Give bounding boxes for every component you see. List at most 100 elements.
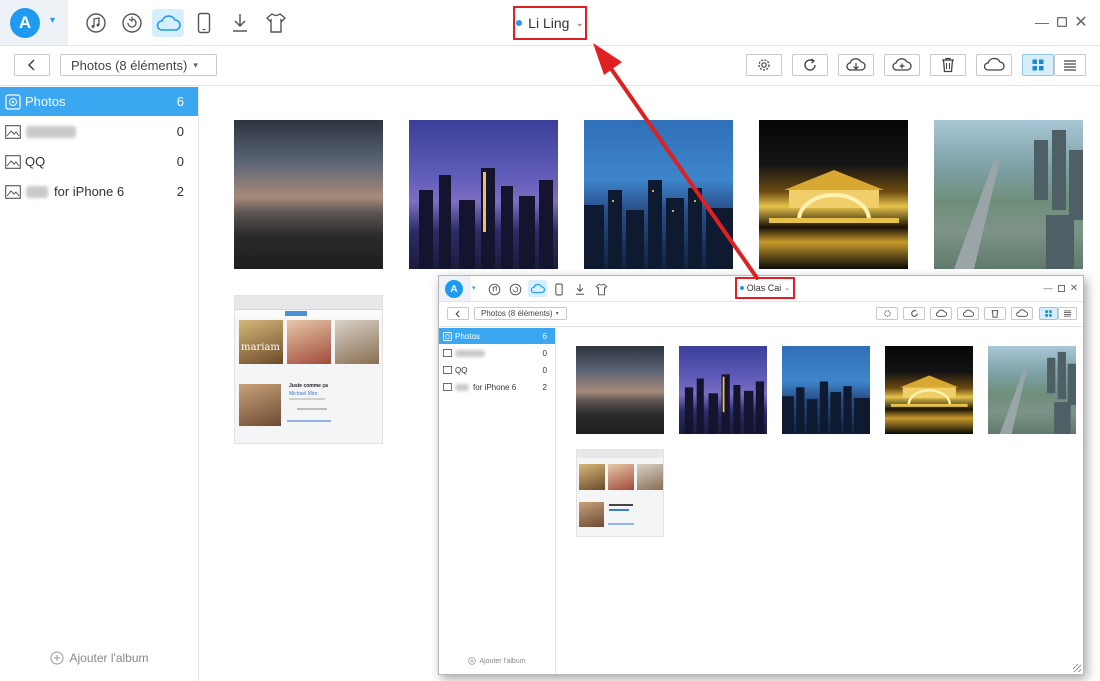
screenshot-line: [609, 504, 633, 506]
sidebar-item-album-2[interactable]: 0: [0, 117, 198, 146]
album-breadcrumb-dropdown[interactable]: Photos (8 éléments) ▾: [474, 307, 567, 320]
cloud-download-icon: [846, 58, 866, 71]
cloud-transfer-button[interactable]: [976, 54, 1012, 76]
cloud-add-icon: [962, 309, 974, 317]
toolbox-shirt-icon[interactable]: [264, 11, 288, 35]
refresh-button[interactable]: [903, 307, 925, 320]
delete-button[interactable]: [984, 307, 1006, 320]
track-title: Juste comme ça: [289, 383, 328, 389]
sidebar-item-count: 6: [542, 331, 547, 341]
sidebar-item-label: QQ: [455, 365, 468, 375]
sidebar-item-iphone6[interactable]: for iPhone 6 2: [439, 379, 555, 395]
close-button[interactable]: ✕: [1069, 282, 1079, 294]
breadcrumb-label: Photos (8 éléments): [481, 309, 553, 318]
screenshot-line: [289, 398, 325, 400]
blurred-album-name: [26, 125, 76, 138]
album-cover: [637, 464, 663, 490]
trash-icon: [942, 57, 954, 73]
account-name: Olas Cai: [746, 283, 782, 293]
refresh-icon: [910, 310, 918, 317]
sidebar-item-photos[interactable]: Photos 6: [0, 87, 198, 116]
sidebar-item-label: QQ: [25, 154, 46, 169]
back-button[interactable]: [14, 54, 50, 76]
sidebar-item-qq[interactable]: QQ 0: [0, 147, 198, 176]
resize-grip[interactable]: [1073, 664, 1081, 672]
photo-thumbnail[interactable]: [584, 120, 733, 269]
photo-thumbnail[interactable]: [234, 120, 383, 269]
minimize-button[interactable]: —: [1043, 282, 1053, 294]
maximize-button[interactable]: [1054, 12, 1070, 32]
cloud-download-icon: [935, 309, 947, 317]
backup-icon[interactable]: [120, 11, 144, 35]
sidebar-item-count: 0: [176, 124, 184, 139]
photo-thumbnail[interactable]: [885, 346, 973, 434]
app-logo[interactable]: A ▾: [0, 0, 68, 45]
minimize-button[interactable]: —: [1034, 12, 1050, 32]
photo-thumbnail[interactable]: [679, 346, 767, 434]
refresh-button[interactable]: [792, 54, 828, 76]
screenshot-line: [297, 408, 327, 410]
toolbox-shirt-icon[interactable]: [594, 282, 608, 296]
album-cover: [608, 464, 634, 490]
photo-thumbnail[interactable]: [988, 346, 1076, 434]
album-cover: [239, 384, 281, 426]
list-icon: [1064, 59, 1076, 71]
delete-button[interactable]: [930, 54, 966, 76]
sidebar-item-album-2[interactable]: 0: [439, 345, 555, 361]
overlay-app-logo[interactable]: A: [439, 276, 471, 301]
download-from-cloud-button[interactable]: [838, 54, 874, 76]
account-selector[interactable]: Olas Cai ⌄: [735, 277, 795, 299]
close-button[interactable]: ✕: [1073, 12, 1089, 32]
album-cover: [579, 502, 604, 527]
photo-thumbnail[interactable]: [576, 346, 664, 434]
grid-icon: [1032, 59, 1044, 71]
photo-thumbnail-screenshot[interactable]: [576, 449, 664, 537]
cloud-icon[interactable]: [528, 280, 547, 297]
account-selector[interactable]: Li Ling ⌄: [513, 6, 587, 40]
cloud-transfer-button[interactable]: [1011, 307, 1033, 320]
sidebar-item-qq[interactable]: QQ 0: [439, 362, 555, 378]
album-icon: [4, 183, 22, 201]
device-icon[interactable]: [552, 282, 566, 296]
download-from-cloud-button[interactable]: [930, 307, 952, 320]
album-cover: [287, 320, 331, 364]
device-icon[interactable]: [192, 11, 216, 35]
album-sidebar: Photos 6 0 QQ 0 for iPhone 6 2 Ajouter l…: [0, 86, 199, 681]
album-breadcrumb-dropdown[interactable]: Photos (8 éléments) ▾: [60, 54, 217, 76]
photo-thumbnail[interactable]: [759, 120, 908, 269]
settings-button[interactable]: [876, 307, 898, 320]
photo-thumbnail[interactable]: [409, 120, 558, 269]
plus-circle-icon: [50, 651, 63, 665]
sidebar-item-photos[interactable]: Photos 6: [439, 328, 555, 344]
grid-view-button[interactable]: [1039, 307, 1058, 320]
photo-thumbnail[interactable]: [782, 346, 870, 434]
maximize-button[interactable]: [1056, 282, 1066, 294]
music-icon[interactable]: [487, 282, 501, 296]
cloud-icon[interactable]: [152, 9, 184, 37]
sidebar-item-count: 0: [542, 365, 547, 375]
upload-to-cloud-button[interactable]: [957, 307, 979, 320]
blurred-album-name: [455, 349, 485, 357]
photo-thumbnail[interactable]: [934, 120, 1083, 269]
add-album-button[interactable]: Ajouter l'album: [0, 648, 198, 668]
back-button[interactable]: [447, 307, 469, 320]
upload-to-cloud-button[interactable]: [884, 54, 920, 76]
list-view-button[interactable]: [1054, 54, 1086, 76]
chevron-down-icon: ▾: [193, 59, 198, 70]
sidebar-item-label: Photos: [455, 331, 480, 341]
screenshot-tab-active: [285, 311, 307, 316]
cloud-add-icon: [892, 58, 912, 71]
grid-view-button[interactable]: [1022, 54, 1054, 76]
download-icon[interactable]: [228, 11, 252, 35]
photo-thumbnail-screenshot[interactable]: mariam Juste comme ça Michael Miro: [234, 295, 383, 444]
blurred-album-prefix: [455, 383, 469, 391]
download-icon[interactable]: [573, 282, 587, 296]
settings-button[interactable]: [746, 54, 782, 76]
backup-icon[interactable]: [508, 282, 522, 296]
track-artist: Michael Miro: [289, 391, 318, 397]
list-view-button[interactable]: [1058, 307, 1077, 320]
sidebar-item-label: for iPhone 6: [473, 382, 517, 392]
sidebar-item-iphone6[interactable]: for iPhone 6 2: [0, 177, 198, 206]
add-album-button[interactable]: Ajouter l'album: [439, 655, 555, 667]
music-icon[interactable]: [84, 11, 108, 35]
